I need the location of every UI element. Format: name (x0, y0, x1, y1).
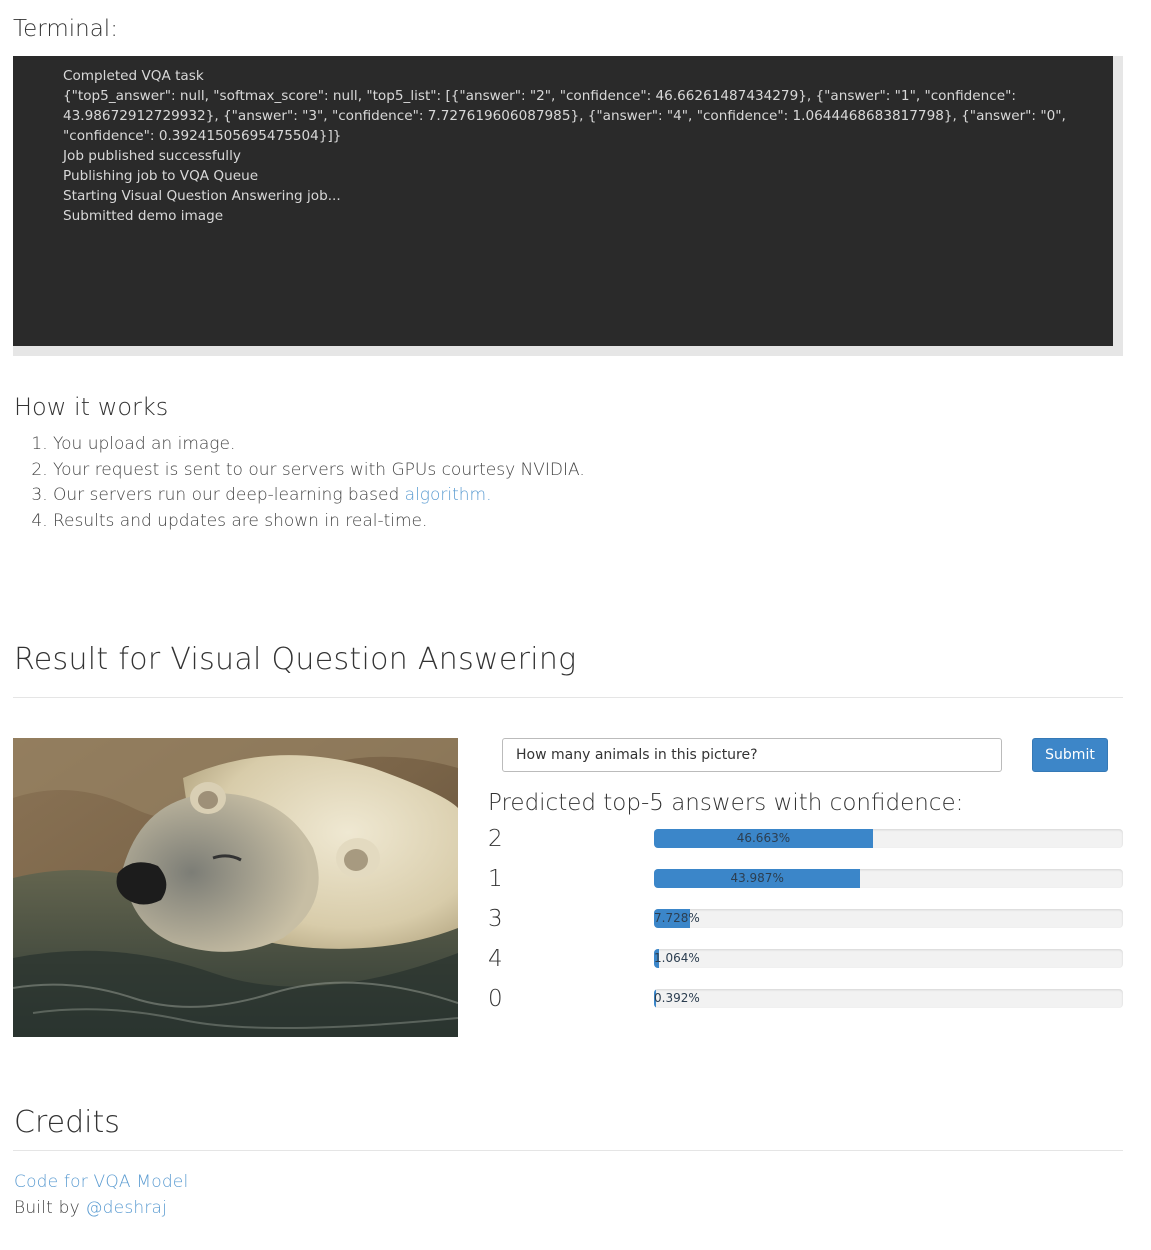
built-by-label: Built by (14, 1198, 86, 1218)
step-item: Your request is sent to our servers with… (53, 458, 585, 484)
confidence-bar: 0.392% (654, 989, 1123, 1008)
terminal-line: Starting Visual Question Answering job..… (63, 188, 341, 204)
confidence-label: 0.392% (654, 991, 700, 1005)
terminal-line: {"top5_answer": null, "softmax_score": n… (63, 88, 1066, 144)
built-by-text: Built by @deshraj (14, 1198, 167, 1218)
submit-button[interactable]: Submit (1032, 738, 1108, 772)
how-it-works-heading: How it works (14, 393, 169, 421)
step-text: Our servers run our deep-learning based (53, 485, 405, 505)
step-item: Our servers run our deep-learning based … (53, 483, 585, 509)
confidence-label: 46.663% (736, 831, 791, 845)
vqa-code-link[interactable]: Code for VQA Model (14, 1172, 188, 1192)
terminal-line: Submitted demo image (63, 208, 224, 224)
terminal-panel[interactable]: Completed VQA task {"top5_answer": null,… (13, 56, 1123, 356)
terminal-line: Completed VQA task (63, 68, 204, 84)
step-item: You upload an image. (53, 432, 585, 458)
answer-label: 4 (488, 946, 503, 972)
algorithm-link[interactable]: algorithm. (405, 485, 492, 505)
polar-bear-image (13, 738, 458, 1037)
step-item: Results and updates are shown in real-ti… (53, 509, 585, 535)
confidence-bar: 46.663% (654, 829, 1123, 848)
confidence-label: 43.987% (730, 871, 784, 885)
answer-label: 0 (488, 986, 503, 1012)
result-image (13, 738, 458, 1037)
question-input[interactable] (502, 738, 1002, 772)
result-heading: Result for Visual Question Answering (14, 642, 577, 677)
credits-heading: Credits (14, 1105, 120, 1140)
terminal-output: Completed VQA task {"top5_answer": null,… (13, 56, 1113, 346)
answer-label: 1 (488, 866, 503, 892)
credits-divider (13, 1150, 1123, 1151)
answer-label: 3 (488, 906, 503, 932)
predicted-heading: Predicted top-5 answers with confidence: (488, 790, 964, 816)
author-link[interactable]: @deshraj (85, 1198, 167, 1218)
result-divider (13, 697, 1123, 698)
confidence-bar: 1.064% (654, 949, 1123, 968)
confidence-bar: 7.728% (654, 909, 1123, 928)
confidence-label: 1.064% (654, 951, 700, 965)
terminal-line: Job published successfully (63, 148, 241, 164)
confidence-label: 7.728% (654, 911, 700, 925)
terminal-line: Publishing job to VQA Queue (63, 168, 259, 184)
terminal-heading: Terminal: (13, 16, 118, 42)
answer-label: 2 (488, 826, 503, 852)
how-it-works-list: You upload an image. Your request is sen… (14, 432, 585, 534)
confidence-bar: 43.987% (654, 869, 1123, 888)
